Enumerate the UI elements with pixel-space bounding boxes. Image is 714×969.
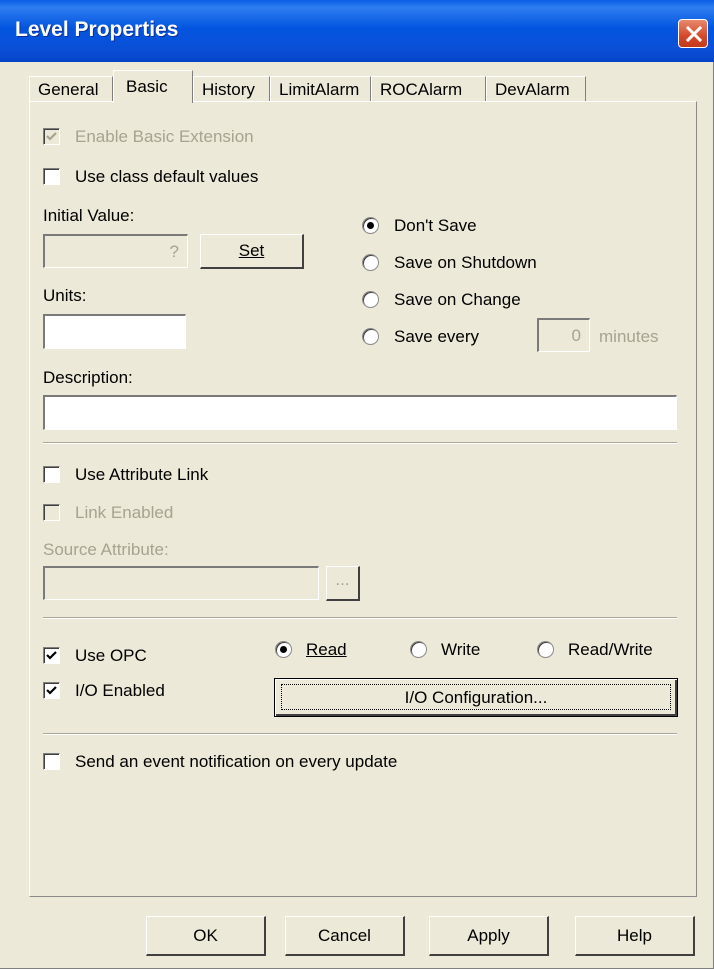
- apply-button[interactable]: Apply: [429, 916, 549, 956]
- description-label: Description:: [43, 368, 133, 387]
- tab-basic[interactable]: Basic: [113, 70, 193, 103]
- save-interval-field[interactable]: 0: [537, 318, 590, 352]
- use-class-defaults-label: Use class default values: [75, 167, 259, 186]
- enable-basic-extension-label: Enable Basic Extension: [75, 127, 254, 146]
- use-attribute-link-checkbox[interactable]: [43, 466, 60, 483]
- help-button[interactable]: Help: [575, 916, 695, 956]
- use-class-defaults-checkbox[interactable]: [43, 168, 60, 185]
- save-on-change-label: Save on Change: [394, 290, 521, 309]
- radio-dont-save[interactable]: [362, 217, 379, 234]
- radio-save-on-shutdown[interactable]: [362, 254, 379, 271]
- radio-read-write[interactable]: [537, 641, 554, 658]
- tab-rocalarm[interactable]: ROCAlarm: [371, 76, 486, 102]
- set-button[interactable]: Set: [200, 234, 304, 269]
- separator: [43, 442, 677, 444]
- enable-basic-extension-checkbox[interactable]: [43, 128, 60, 145]
- description-input[interactable]: [43, 395, 677, 430]
- cancel-button[interactable]: Cancel: [285, 916, 405, 956]
- separator: [43, 617, 677, 619]
- send-event-checkbox[interactable]: [43, 753, 60, 770]
- radio-write[interactable]: [410, 641, 427, 658]
- io-enabled-checkbox[interactable]: [43, 682, 60, 699]
- separator: [43, 733, 677, 735]
- units-input[interactable]: [43, 314, 186, 349]
- ok-button-label: OK: [193, 925, 218, 945]
- checkmark-icon: [46, 132, 57, 141]
- tab-label: History: [202, 80, 255, 99]
- tab-general[interactable]: General: [29, 76, 113, 102]
- window-title: Level Properties: [15, 18, 179, 41]
- use-opc-checkbox[interactable]: [43, 647, 60, 664]
- initial-value-label: Initial Value:: [43, 206, 135, 225]
- browse-button-label: ...: [335, 569, 350, 589]
- source-attribute-field[interactable]: [43, 566, 319, 600]
- tab-label: DevAlarm: [495, 80, 570, 99]
- use-opc-label: Use OPC: [75, 646, 147, 665]
- cancel-button-label: Cancel: [318, 925, 371, 945]
- tab-label: ROCAlarm: [380, 80, 463, 99]
- help-button-label: Help: [617, 925, 652, 945]
- use-attribute-link-label: Use Attribute Link: [75, 465, 209, 484]
- initial-value-field[interactable]: ?: [43, 234, 188, 268]
- apply-button-label: Apply: [467, 925, 510, 945]
- set-button-label: Set: [238, 241, 265, 260]
- radio-save-every[interactable]: [362, 328, 379, 345]
- radio-dot: [367, 222, 374, 229]
- radio-dot: [280, 646, 287, 653]
- units-label: Units:: [43, 286, 87, 305]
- tab-limitalarm[interactable]: LimitAlarm: [270, 76, 371, 102]
- title-bar[interactable]: Level Properties: [0, 0, 714, 62]
- send-event-label: Send an event notification on every upda…: [75, 752, 398, 771]
- io-configuration-label: I/O Configuration...: [404, 687, 548, 707]
- io-enabled-label: I/O Enabled: [75, 681, 165, 700]
- read-write-label: Read/Write: [568, 640, 653, 659]
- save-interval-value: 0: [571, 326, 581, 345]
- read-label: Read: [306, 640, 347, 659]
- dialog-window: Level Properties General Basic History L…: [0, 0, 714, 969]
- source-attribute-label: Source Attribute:: [43, 540, 169, 559]
- tab-label: LimitAlarm: [279, 80, 360, 99]
- save-every-label: Save every: [394, 327, 480, 346]
- tab-devalarm[interactable]: DevAlarm: [486, 76, 586, 102]
- tab-history[interactable]: History: [193, 76, 270, 102]
- link-enabled-label: Link Enabled: [75, 503, 174, 522]
- dont-save-label: Don't Save: [394, 216, 477, 235]
- link-enabled-checkbox[interactable]: [43, 504, 60, 521]
- ok-button[interactable]: OK: [146, 916, 266, 956]
- radio-save-on-change[interactable]: [362, 291, 379, 308]
- save-on-shutdown-label: Save on Shutdown: [394, 253, 537, 272]
- io-configuration-button[interactable]: I/O Configuration...: [274, 678, 678, 717]
- browse-source-attribute-button[interactable]: ...: [326, 566, 360, 601]
- save-interval-unit: minutes: [599, 327, 659, 346]
- radio-read[interactable]: [275, 641, 292, 658]
- close-icon: [685, 25, 703, 43]
- tab-label: General: [38, 80, 99, 99]
- write-label: Write: [441, 640, 481, 659]
- tab-label: Basic: [126, 77, 168, 96]
- checkmark-icon: [46, 651, 57, 660]
- close-button[interactable]: [678, 19, 708, 48]
- checkmark-icon: [46, 686, 57, 695]
- initial-value-text: ?: [169, 242, 179, 261]
